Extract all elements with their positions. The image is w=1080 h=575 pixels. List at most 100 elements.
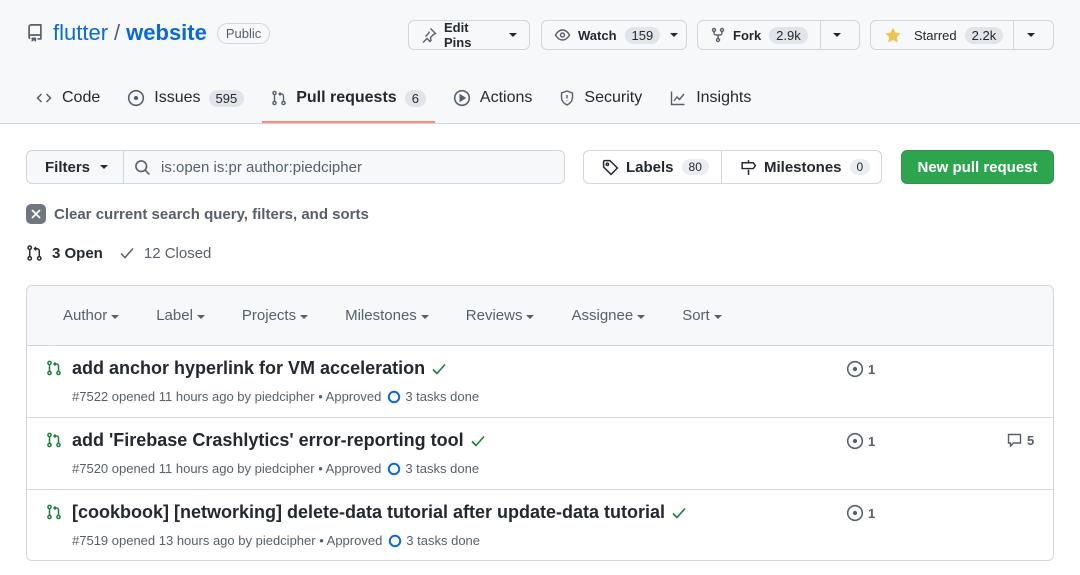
clear-filters-link[interactable]: Clear current search query, filters, and…: [26, 204, 369, 224]
repo-header: flutter / website Public Edit Pins Watch…: [0, 0, 1080, 124]
issue-opened-icon: [846, 432, 864, 450]
tab-label: Pull requests: [296, 89, 397, 106]
clear-filters-label: Clear current search query, filters, and…: [54, 205, 369, 223]
filter-label: Label: [156, 307, 193, 324]
label-filter[interactable]: Label: [156, 307, 205, 324]
pull-request-meta: #7519 opened 13 hours ago by piedcipher …: [72, 533, 383, 548]
tab-actions[interactable]: Actions: [444, 78, 541, 118]
linked-issues[interactable]: 1: [846, 360, 875, 378]
chevron-down-icon: [100, 165, 109, 169]
linked-issues[interactable]: 1: [846, 504, 875, 522]
linked-issues[interactable]: 1: [846, 432, 875, 450]
issue-opened-icon: [846, 360, 864, 378]
chevron-down-icon: [713, 314, 722, 319]
open-filter-link[interactable]: 3 Open: [26, 244, 103, 262]
pull-request-row: add 'Firebase Crashlytics' error-reporti…: [27, 418, 1053, 490]
chevron-down-icon: [670, 33, 679, 37]
tab-insights[interactable]: Insights: [660, 78, 760, 118]
chevron-down-icon: [637, 314, 646, 319]
tab-security[interactable]: Security: [550, 78, 651, 118]
edit-pins-button[interactable]: Edit Pins: [408, 20, 530, 50]
filter-label: Author: [63, 307, 108, 324]
check-icon[interactable]: [671, 505, 687, 521]
list-header: Author Label Projects Milestones Reviews…: [27, 286, 1053, 346]
chevron-down-icon: [196, 314, 205, 319]
star-list-dropdown-button[interactable]: [1013, 21, 1048, 49]
fork-button[interactable]: Fork 2.9k: [698, 21, 820, 49]
milestones-button[interactable]: Milestones 0: [721, 150, 882, 184]
repo-owner-link[interactable]: flutter: [53, 20, 108, 46]
filters-dropdown-button[interactable]: Filters: [26, 150, 124, 184]
watch-label: Watch: [578, 27, 617, 43]
tab-label: Code: [62, 89, 101, 106]
chevron-down-icon: [111, 314, 120, 319]
pull-request-title-link[interactable]: add anchor hyperlink for VM acceleration: [72, 358, 425, 379]
author-filter[interactable]: Author: [63, 307, 120, 324]
watch-button[interactable]: Watch 159: [541, 20, 687, 50]
repo-icon: [26, 24, 44, 42]
comments-link[interactable]: 5: [1006, 432, 1034, 448]
linked-issues-count: 1: [868, 433, 876, 449]
search-icon: [134, 159, 151, 176]
star-count: 2.2k: [964, 26, 1004, 44]
milestones-label: Milestones: [764, 158, 842, 176]
chevron-down-icon: [420, 314, 429, 319]
tab-label: Actions: [479, 89, 533, 106]
pull-request-list: Author Label Projects Milestones Reviews…: [26, 285, 1054, 561]
issues-count: 595: [208, 89, 245, 107]
pull-request-title-link[interactable]: [cookbook] [networking] delete-data tuto…: [72, 502, 665, 523]
fork-dropdown-button[interactable]: [819, 21, 853, 49]
chevron-down-icon: [526, 314, 535, 319]
tasks-done[interactable]: 3 tasks done: [405, 461, 479, 476]
pull-request-row: [cookbook] [networking] delete-data tuto…: [27, 490, 1053, 560]
tab-pull-requests[interactable]: Pull requests 6: [262, 78, 435, 123]
tab-code[interactable]: Code: [26, 78, 109, 118]
state-toggle: 3 Open 12 Closed: [26, 244, 211, 262]
linked-issues-count: 1: [868, 361, 876, 377]
repo-name-link[interactable]: website: [126, 20, 207, 46]
labels-button[interactable]: Labels 80: [583, 150, 722, 184]
close-icon: [26, 204, 46, 224]
tag-icon: [602, 159, 619, 176]
closed-filter-link[interactable]: 12 Closed: [119, 244, 212, 262]
reviews-filter[interactable]: Reviews: [466, 307, 535, 324]
task-progress-icon: [387, 462, 401, 476]
starred-button[interactable]: Starred 2.2k: [871, 21, 1013, 49]
star-button-group: Starred 2.2k: [870, 20, 1054, 50]
check-icon[interactable]: [470, 433, 486, 449]
comments-count: 5: [1027, 432, 1035, 448]
pull-requests-count: 6: [404, 89, 426, 107]
fork-button-group: Fork 2.9k: [697, 20, 860, 50]
fork-count: 2.9k: [769, 26, 808, 44]
closed-count: 12 Closed: [143, 244, 212, 262]
task-progress-icon: [388, 534, 402, 548]
new-pull-request-button[interactable]: New pull request: [901, 150, 1054, 184]
watch-count: 159: [624, 26, 661, 44]
search-input[interactable]: [159, 157, 543, 177]
milestones-filter[interactable]: Milestones: [345, 307, 429, 324]
sort-filter[interactable]: Sort: [682, 307, 722, 324]
git-pull-request-icon: [26, 244, 43, 262]
search-box: [123, 150, 565, 184]
tab-label: Issues: [154, 89, 201, 106]
fork-icon: [710, 27, 726, 43]
play-icon: [453, 89, 471, 107]
edit-pins-label: Edit Pins: [444, 20, 472, 50]
filters-label: Filters: [45, 158, 91, 176]
starred-label: Starred: [914, 27, 957, 43]
check-icon[interactable]: [431, 361, 447, 377]
milestones-count: 0: [849, 159, 871, 175]
assignee-filter[interactable]: Assignee: [571, 307, 646, 324]
tab-issues[interactable]: Issues 595: [118, 78, 253, 118]
linked-issues-count: 1: [868, 505, 876, 521]
git-pull-request-icon: [271, 89, 287, 107]
filter-label: Reviews: [465, 307, 523, 324]
pull-request-title-link[interactable]: add 'Firebase Crashlytics' error-reporti…: [72, 430, 464, 451]
projects-filter[interactable]: Projects: [242, 307, 309, 324]
chevron-down-icon: [509, 33, 517, 37]
fork-label: Fork: [733, 27, 762, 43]
task-progress-icon: [387, 390, 401, 404]
tasks-done[interactable]: 3 tasks done: [405, 389, 479, 404]
repo-title: flutter / website Public: [26, 20, 271, 46]
tasks-done[interactable]: 3 tasks done: [406, 533, 480, 548]
